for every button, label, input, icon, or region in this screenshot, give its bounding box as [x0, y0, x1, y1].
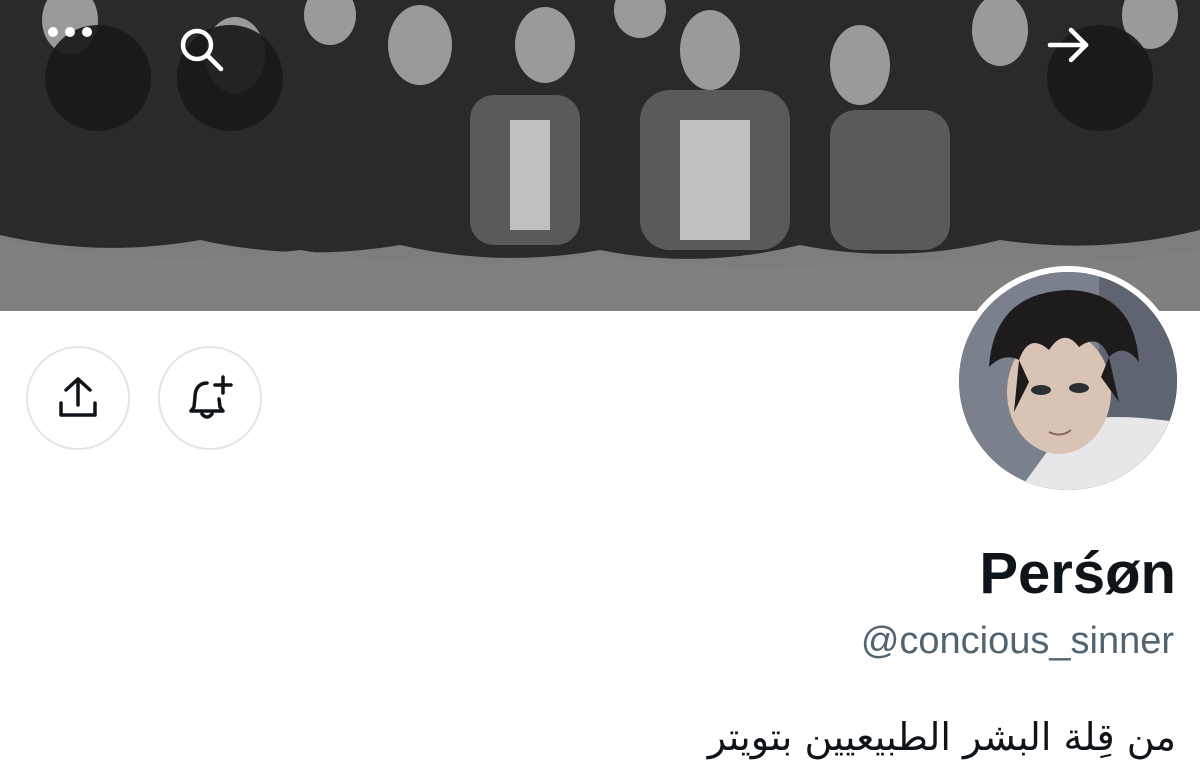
bell-plus-icon	[189, 375, 233, 419]
notifications-button[interactable]	[158, 346, 262, 450]
user-handle: @concious_sinner	[860, 620, 1174, 662]
arrow-right-icon	[1047, 27, 1089, 63]
share-button[interactable]	[26, 346, 130, 450]
forward-button[interactable]	[1047, 25, 1153, 131]
more-horizontal-icon	[48, 27, 92, 37]
display-name: Perśøn	[979, 541, 1176, 606]
avatar[interactable]	[953, 266, 1183, 496]
more-button[interactable]	[45, 25, 151, 131]
profile-bio: من قِلة البشر الطبيعيين بتويتر	[707, 715, 1176, 759]
search-button[interactable]	[177, 25, 283, 131]
share-upload-icon	[59, 377, 97, 417]
profile-banner[interactable]	[0, 0, 1200, 311]
avatar-image	[959, 272, 1177, 490]
search-icon	[180, 28, 224, 72]
